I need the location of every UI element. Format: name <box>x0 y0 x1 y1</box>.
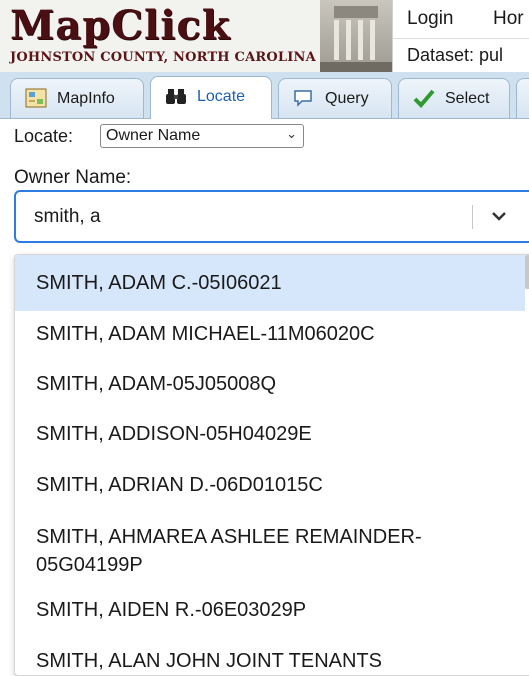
checkmark-icon <box>413 88 435 108</box>
tab-select[interactable]: Select <box>398 78 510 118</box>
owner-name-label: Owner Name: <box>14 167 132 188</box>
list-item[interactable]: SMITH, ADDISON-05H04029E <box>15 421 525 447</box>
app-header: MapClick JOHNSTON COUNTY, NORTH CAROLINA… <box>0 0 529 73</box>
list-item[interactable]: SMITH, ADRIAN D.-06D01015C <box>15 472 525 498</box>
list-item[interactable]: SMITH, ADAM-05J05008Q <box>15 371 525 397</box>
locate-label: Locate: <box>14 126 74 146</box>
tab-locate-label: Locate <box>197 88 246 105</box>
dataset-bar: Dataset: pul <box>392 38 529 73</box>
owner-name-combobox[interactable]: smith, a <box>14 190 529 243</box>
chevron-down-icon[interactable] <box>489 206 509 226</box>
logo-title: MapClick <box>10 2 231 49</box>
map-info-icon <box>25 88 47 108</box>
chevron-down-icon: ⌄ <box>286 126 297 141</box>
tab-mapinfo[interactable]: MapInfo <box>10 78 144 118</box>
home-link[interactable]: Hor <box>493 8 524 30</box>
speech-bubble-icon <box>293 88 315 108</box>
list-item[interactable]: SMITH, ADAM C.-05I06021 <box>15 255 525 311</box>
logo-subtitle: JOHNSTON COUNTY, NORTH CAROLINA <box>10 50 316 65</box>
owner-results-list: SMITH, ADAM C.-05I06021 SMITH, ADAM MICH… <box>14 254 529 676</box>
tab-bar: MapInfo Locate Query Select <box>0 72 529 119</box>
mapclick-logo[interactable]: MapClick JOHNSTON COUNTY, NORTH CAROLINA <box>6 2 316 70</box>
courthouse-image <box>320 0 392 72</box>
list-item[interactable]: SMITH, AHMAREA ASHLEE REMAINDER-05G04199… <box>15 523 505 579</box>
account-bar: Login Hor <box>392 0 529 38</box>
combo-separator <box>472 205 473 229</box>
list-item[interactable]: SMITH, ALAN JOHN JOINT TENANTS <box>15 648 525 674</box>
binoculars-icon <box>165 86 187 106</box>
tab-query[interactable]: Query <box>278 78 392 118</box>
tab-more[interactable] <box>516 78 529 118</box>
list-item[interactable]: SMITH, AIDEN R.-06E03029P <box>15 597 525 623</box>
tab-query-label: Query <box>325 90 369 107</box>
locate-type-value: Owner Name <box>106 127 201 144</box>
login-link[interactable]: Login <box>407 8 454 30</box>
list-item[interactable]: SMITH, ADAM MICHAEL-11M06020C <box>15 321 525 347</box>
owner-name-input[interactable]: smith, a <box>34 206 101 228</box>
tab-locate[interactable]: Locate <box>150 76 272 119</box>
tab-mapinfo-label: MapInfo <box>57 90 115 107</box>
dataset-label[interactable]: Dataset: pul <box>407 45 503 66</box>
locate-type-select[interactable]: Owner Name ⌄ <box>100 124 304 148</box>
tab-select-label: Select <box>445 90 490 107</box>
